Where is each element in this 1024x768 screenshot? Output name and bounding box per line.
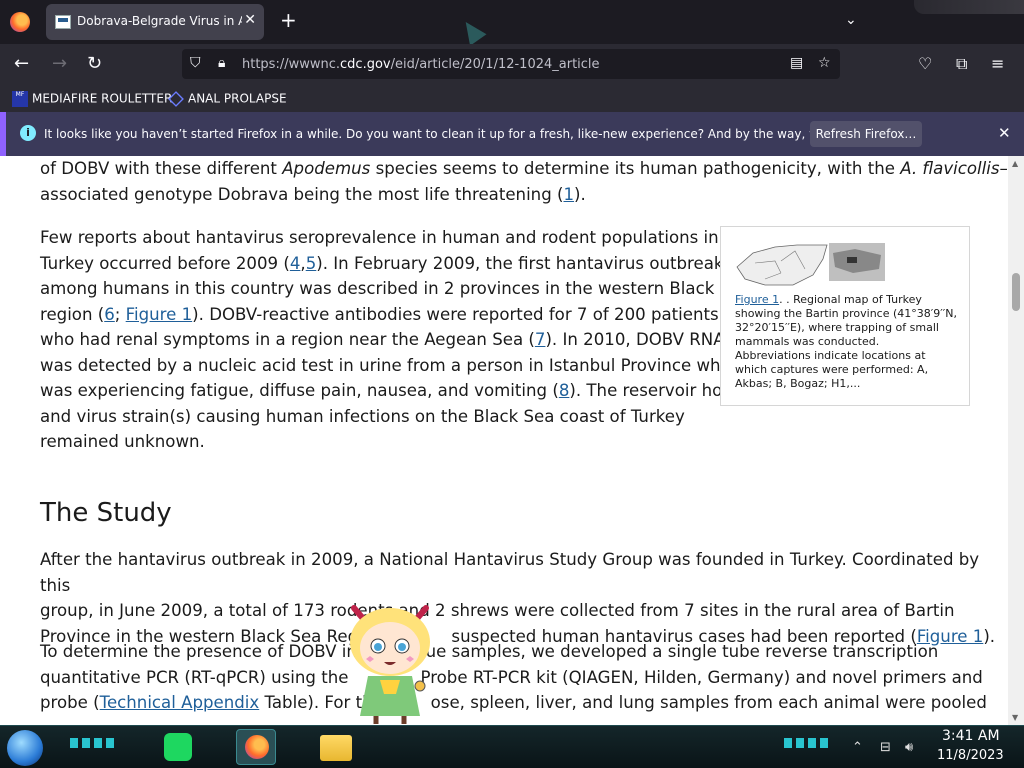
pocket-icon[interactable]: ♡ xyxy=(918,54,932,74)
scrollbar-thumb[interactable] xyxy=(1012,273,1020,311)
reference-link[interactable]: 8 xyxy=(559,381,570,400)
tab-close-icon[interactable]: ✕ xyxy=(244,12,256,28)
figure-caption: Figure 1. . Regional map of Turkey showi… xyxy=(735,293,957,390)
cartoon-sticker-image xyxy=(350,605,430,724)
clock-time[interactable]: 3:41 AM xyxy=(942,728,1000,744)
forward-button[interactable]: → xyxy=(52,54,67,74)
back-button[interactable]: ← xyxy=(14,54,29,74)
shield-icon[interactable]: ⛉ xyxy=(190,55,201,71)
navigation-toolbar: ← → ↻ ⛉ 🔒︎ https://wwwnc.cdc.gov/eid/art… xyxy=(0,44,1024,84)
taskbar-decoration xyxy=(784,738,828,748)
info-icon: i xyxy=(20,125,36,141)
file-explorer-taskbar-button[interactable] xyxy=(316,729,356,765)
vertical-scrollbar[interactable]: ▲ ▼ xyxy=(1008,156,1024,725)
bookmarks-toolbar: MF MEDIAFIRE ROULETTER ANAL PROLAPSE xyxy=(0,84,1024,112)
extensions-icon[interactable]: ⧉ xyxy=(956,54,967,74)
spotify-taskbar-button[interactable] xyxy=(158,729,198,765)
refresh-firefox-button[interactable]: Refresh Firefox… xyxy=(810,121,922,147)
url-bar[interactable]: ⛉ 🔒︎ https://wwwnc.cdc.gov/eid/article/2… xyxy=(182,49,840,79)
page-content: of DOBV with these different Apodemus sp… xyxy=(0,156,1008,725)
show-hidden-icons-icon[interactable]: ⌃ xyxy=(852,740,863,755)
scroll-up-icon[interactable]: ▲ xyxy=(1012,159,1018,168)
reference-link[interactable]: 4 xyxy=(290,254,301,273)
bookmark-diamond-icon xyxy=(168,91,184,107)
bookmark-item[interactable]: ANAL PROLAPSE xyxy=(168,91,287,107)
new-tab-button[interactable]: + xyxy=(280,10,297,30)
paragraph-background: Few reports about hantavirus seroprevale… xyxy=(40,228,759,451)
reference-link[interactable]: 5 xyxy=(306,254,317,273)
taskbar-decoration xyxy=(70,738,118,748)
figure-link[interactable]: Figure 1 xyxy=(735,293,779,306)
tab-active[interactable]: Dobrava-Belgrade Virus in Apodemus ✕ xyxy=(46,4,264,40)
map-thumbnail[interactable] xyxy=(735,239,885,289)
reference-link[interactable]: 6 xyxy=(104,305,115,324)
list-all-tabs-icon[interactable]: ⌄ xyxy=(845,12,857,28)
hamburger-menu-icon[interactable]: ≡ xyxy=(991,54,1004,74)
paragraph-intro: of DOBV with these different Apodemus sp… xyxy=(40,159,1008,204)
lock-icon[interactable]: 🔒︎ xyxy=(218,55,225,71)
scroll-down-icon[interactable]: ▼ xyxy=(1012,713,1018,722)
section-heading: The Study xyxy=(40,498,172,528)
reference-link[interactable]: 7 xyxy=(535,330,546,349)
firefox-icon xyxy=(245,735,269,759)
bookmark-star-icon[interactable]: ☆ xyxy=(818,55,831,71)
reload-button[interactable]: ↻ xyxy=(87,54,102,74)
taskbar: ⌃ ⊟ 🔊︎ 3:41 AM 11/8/2023 xyxy=(0,725,1024,768)
clock-date[interactable]: 11/8/2023 xyxy=(937,748,1004,763)
notification-text: It looks like you haven’t started Firefo… xyxy=(44,127,900,141)
firefox-taskbar-button[interactable] xyxy=(236,729,276,765)
start-button[interactable] xyxy=(7,730,43,766)
tab-bar: Dobrava-Belgrade Virus in Apodemus ✕ + ⌄ xyxy=(0,0,1024,46)
mediafire-icon: MF xyxy=(12,91,28,107)
notification-bar: i It looks like you haven’t started Fire… xyxy=(0,112,1024,156)
volume-icon[interactable]: 🔊︎ xyxy=(905,740,913,755)
folder-icon xyxy=(320,735,352,761)
cdc-favicon-icon xyxy=(55,15,71,29)
figure-link[interactable]: Figure 1 xyxy=(126,305,193,324)
paragraph-study: After the hantavirus outbreak in 2009, a… xyxy=(40,550,996,646)
reference-link[interactable]: 1 xyxy=(563,185,574,204)
figure-thumbnail-box[interactable]: Figure 1. . Regional map of Turkey showi… xyxy=(720,226,970,406)
reader-view-icon[interactable]: ▤ xyxy=(790,55,803,71)
url-text[interactable]: https://wwwnc.cdc.gov/eid/article/20/1/1… xyxy=(242,57,600,72)
technical-appendix-link[interactable]: Technical Appendix xyxy=(100,693,260,712)
firefox-menu-icon[interactable] xyxy=(10,12,30,32)
network-icon[interactable]: ⊟ xyxy=(880,740,891,755)
paragraph-methods: To determine the presence of DOBV in sue … xyxy=(40,642,987,712)
mouse-cursor-icon xyxy=(457,16,487,46)
tab-title: Dobrava-Belgrade Virus in Apodemus xyxy=(77,14,242,28)
window-frame-decoration xyxy=(914,0,1024,14)
bookmark-item[interactable]: MF MEDIAFIRE ROULETTER xyxy=(12,91,172,107)
close-icon[interactable]: ✕ xyxy=(998,124,1011,142)
spotify-icon xyxy=(164,733,192,761)
